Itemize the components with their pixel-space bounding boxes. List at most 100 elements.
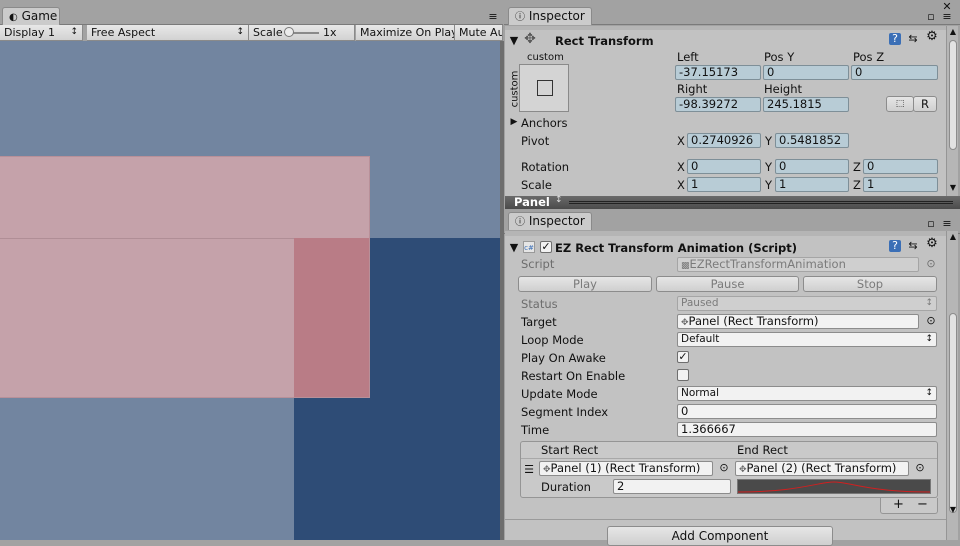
- add-component-button[interactable]: Add Component: [607, 526, 833, 546]
- duration-field[interactable]: 2: [613, 479, 731, 494]
- tab-inspector-1[interactable]: ⓘ Inspector: [508, 7, 592, 25]
- right-field[interactable]: -98.39272: [675, 97, 761, 112]
- play-button[interactable]: Play: [518, 276, 652, 292]
- anchors-foldout-icon[interactable]: ▶: [509, 116, 519, 128]
- foldout-arrow-icon[interactable]: ▼: [509, 35, 519, 47]
- tab-inspector-2[interactable]: ⓘ Inspector: [508, 212, 592, 230]
- anchors-label[interactable]: Anchors: [521, 116, 568, 130]
- restart-on-enable-label: Restart On Enable: [521, 369, 626, 383]
- target-field[interactable]: ✥Panel (Rect Transform): [677, 314, 919, 329]
- start-rect-field[interactable]: ✥Panel (1) (Rect Transform): [539, 461, 713, 476]
- target-object-picker-icon[interactable]: ⊙: [925, 315, 937, 327]
- right-header: Right: [677, 82, 708, 96]
- end-rect-picker-icon[interactable]: ⊙: [914, 462, 926, 474]
- scale-slider-thumb[interactable]: [284, 27, 294, 37]
- left-field[interactable]: -37.15173: [675, 65, 761, 80]
- maximize-on-play-toggle[interactable]: Maximize On Play: [356, 25, 455, 41]
- restart-on-enable-checkbox[interactable]: [677, 369, 689, 381]
- pivot-label: Pivot: [521, 134, 550, 148]
- preset-icon-2[interactable]: ⇆: [907, 240, 919, 252]
- tab-menu-icon[interactable]: ≡: [486, 11, 500, 23]
- component-title: EZ Rect Transform Animation (Script): [555, 241, 798, 255]
- rect-transform-title: Rect Transform: [555, 34, 654, 48]
- loop-mode-dropdown[interactable]: Default: [677, 332, 937, 347]
- component-enabled-checkbox[interactable]: ✓: [540, 241, 552, 253]
- pos-z-header: Pos Z: [853, 50, 885, 64]
- tab-menu-icon-2[interactable]: ≡: [940, 11, 954, 23]
- inspector2-body: ▼ c# ✓ EZ Rect Transform Animation (Scri…: [505, 231, 948, 546]
- rotation-x-field[interactable]: 0: [687, 159, 761, 174]
- time-field[interactable]: 1.366667: [677, 422, 937, 437]
- display-dropdown[interactable]: Display 1: [0, 25, 83, 41]
- lock-icon[interactable]: ▫: [926, 11, 936, 23]
- game-right-edge: [500, 41, 504, 540]
- scale-x-field[interactable]: 1: [687, 177, 761, 192]
- anchor-preset-button[interactable]: [519, 64, 569, 112]
- remove-element-button[interactable]: −: [917, 498, 928, 512]
- script-object-picker-icon: ⊙: [926, 257, 936, 270]
- pivot-x-field[interactable]: 0.2740926: [687, 133, 761, 148]
- start-rect-header: Start Rect: [541, 443, 599, 457]
- preview-grip-lines[interactable]: [569, 201, 953, 204]
- pos-z-field[interactable]: 0: [851, 65, 938, 80]
- pos-y-field[interactable]: 0: [763, 65, 849, 80]
- preview-drag-icon[interactable]: ↕: [555, 195, 563, 205]
- inspector1-scroll-thumb[interactable]: [949, 40, 957, 150]
- scroll-up-icon[interactable]: ▲: [948, 26, 958, 38]
- rotation-z-field[interactable]: 0: [863, 159, 938, 174]
- end-rect-field[interactable]: ✥Panel (2) (Rect Transform): [735, 461, 909, 476]
- height-header: Height: [764, 82, 803, 96]
- inspector1-scrollbar[interactable]: ▲ ▼: [946, 26, 958, 196]
- play-on-awake-checkbox[interactable]: ✓: [677, 351, 689, 363]
- scale-y-field[interactable]: 1: [775, 177, 849, 192]
- tab-game[interactable]: ◐ Game: [2, 7, 60, 25]
- time-label: Time: [521, 423, 550, 437]
- preset-icon[interactable]: ⇆: [907, 33, 919, 45]
- foldout-arrow-icon-2[interactable]: ▼: [509, 242, 519, 254]
- pause-button[interactable]: Pause: [656, 276, 799, 292]
- scroll-down-icon[interactable]: ▼: [948, 182, 958, 194]
- segments-list: Start Rect End Rect ☰ ✥Panel (1) (Rect T…: [520, 441, 938, 498]
- help-icon-2[interactable]: ?: [889, 240, 901, 252]
- mute-audio-toggle[interactable]: Mute Au: [455, 25, 503, 41]
- inspector2-scrollbar[interactable]: ▲ ▼: [946, 231, 958, 540]
- script-field-value: EZRectTransformAnimation: [689, 257, 846, 271]
- preview-object-name[interactable]: Panel: [514, 195, 550, 209]
- help-icon[interactable]: ?: [889, 33, 901, 45]
- loop-mode-label: Loop Mode: [521, 333, 584, 347]
- easing-curve-field[interactable]: [737, 479, 931, 494]
- duration-label: Duration: [541, 480, 591, 494]
- pivot-y-field[interactable]: 0.5481852: [775, 133, 849, 148]
- start-rect-value: Panel (1) (Rect Transform): [550, 461, 701, 475]
- height-field[interactable]: 245.1815: [763, 97, 849, 112]
- aspect-dropdown-label: Free Aspect: [91, 26, 156, 39]
- rotation-y-label: Y: [765, 160, 773, 174]
- segment-index-field[interactable]: 0: [677, 404, 937, 419]
- maximize-label: Maximize On Play: [360, 26, 455, 39]
- scroll-up-icon-2[interactable]: ▲: [948, 231, 958, 243]
- raw-edit-button[interactable]: R: [913, 96, 937, 112]
- info-icon-2: ⓘ: [515, 217, 525, 228]
- aspect-dropdown[interactable]: Free Aspect: [87, 25, 249, 41]
- overlap-region: [294, 238, 369, 397]
- rotation-label: Rotation: [521, 160, 570, 174]
- gear-icon[interactable]: ⚙: [925, 30, 939, 43]
- stop-button[interactable]: Stop: [803, 276, 937, 292]
- gear-icon-2[interactable]: ⚙: [925, 237, 939, 250]
- lock-icon-2[interactable]: ▫: [926, 218, 936, 230]
- scroll-down-icon-2[interactable]: ▼: [948, 504, 958, 516]
- rotation-y-field[interactable]: 0: [775, 159, 849, 174]
- inspector2-scroll-thumb[interactable]: [949, 313, 957, 513]
- game-viewport[interactable]: [0, 41, 500, 540]
- game-icon: ◐: [9, 12, 18, 23]
- game-tab-label: Game: [21, 9, 58, 23]
- add-element-button[interactable]: +: [893, 498, 904, 512]
- inspector1-top-strip: [505, 26, 948, 30]
- update-mode-dropdown[interactable]: Normal: [677, 386, 937, 401]
- scale-z-field[interactable]: 1: [863, 177, 938, 192]
- tab-menu-icon-3[interactable]: ≡: [940, 218, 954, 230]
- blueprint-button[interactable]: ⬚: [886, 96, 914, 112]
- mute-label: Mute Au: [459, 26, 503, 39]
- reorder-handle-icon[interactable]: ☰: [523, 464, 535, 476]
- start-rect-picker-icon[interactable]: ⊙: [718, 462, 730, 474]
